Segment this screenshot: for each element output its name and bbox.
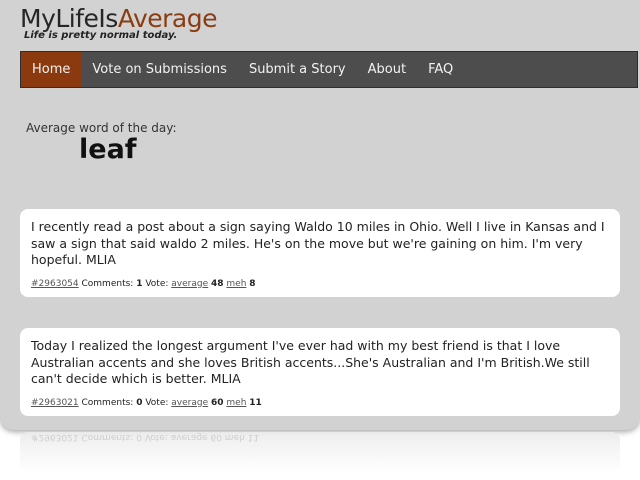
vote-label: Vote: xyxy=(145,278,169,289)
main-nav: Home Vote on Submissions Submit a Story … xyxy=(20,51,638,88)
tagline: Life is pretty normal today. xyxy=(24,30,178,41)
nav-vote-submissions[interactable]: Vote on Submissions xyxy=(81,52,238,87)
comments-label: Comments: xyxy=(81,397,134,408)
window-reflection: #2963021 Comments: 0 Vote: average 60 me… xyxy=(20,432,620,472)
logo-text-accent: Average xyxy=(117,4,218,33)
story-id-link[interactable]: #2963021 xyxy=(31,398,79,408)
nav-home[interactable]: Home xyxy=(21,52,82,87)
logo-text-main: MyLifeIs xyxy=(20,4,118,33)
nav-faq[interactable]: FAQ xyxy=(417,52,464,87)
comments-label: Comments: xyxy=(81,278,134,289)
story-meta: #2963021 Comments: 0 Vote: average 60 me… xyxy=(31,398,609,408)
meh-count: 11 xyxy=(249,397,262,408)
comments-count: 0 xyxy=(136,397,143,408)
vote-label: Vote: xyxy=(145,397,169,408)
vote-average-link[interactable]: average xyxy=(171,279,208,289)
story-text: Today I realized the longest argument I'… xyxy=(31,338,590,386)
browser-window: MyLifeIsAverage Life is pretty normal to… xyxy=(0,0,640,430)
story-meta: #2963054 Comments: 1 Vote: average 48 me… xyxy=(31,279,609,289)
vote-meh-link[interactable]: meh xyxy=(226,279,246,289)
average-count: 48 xyxy=(211,278,224,289)
story-card: Today I realized the longest argument I'… xyxy=(20,328,620,416)
word-of-day: leaf xyxy=(79,134,137,165)
vote-average-link[interactable]: average xyxy=(171,398,208,408)
word-of-day-label: Average word of the day: xyxy=(26,121,177,135)
average-count: 60 xyxy=(211,397,224,408)
nav-submit-story[interactable]: Submit a Story xyxy=(238,52,357,87)
nav-about[interactable]: About xyxy=(357,52,417,87)
comments-count: 1 xyxy=(136,278,143,289)
story-id-link[interactable]: #2963054 xyxy=(31,279,79,289)
vote-meh-link[interactable]: meh xyxy=(226,398,246,408)
story-card: I recently read a post about a sign sayi… xyxy=(20,209,620,297)
reflection-meta: #2963021 Comments: 0 Vote: average 60 me… xyxy=(31,432,260,442)
meh-count: 8 xyxy=(249,278,256,289)
story-text: I recently read a post about a sign sayi… xyxy=(31,219,605,267)
